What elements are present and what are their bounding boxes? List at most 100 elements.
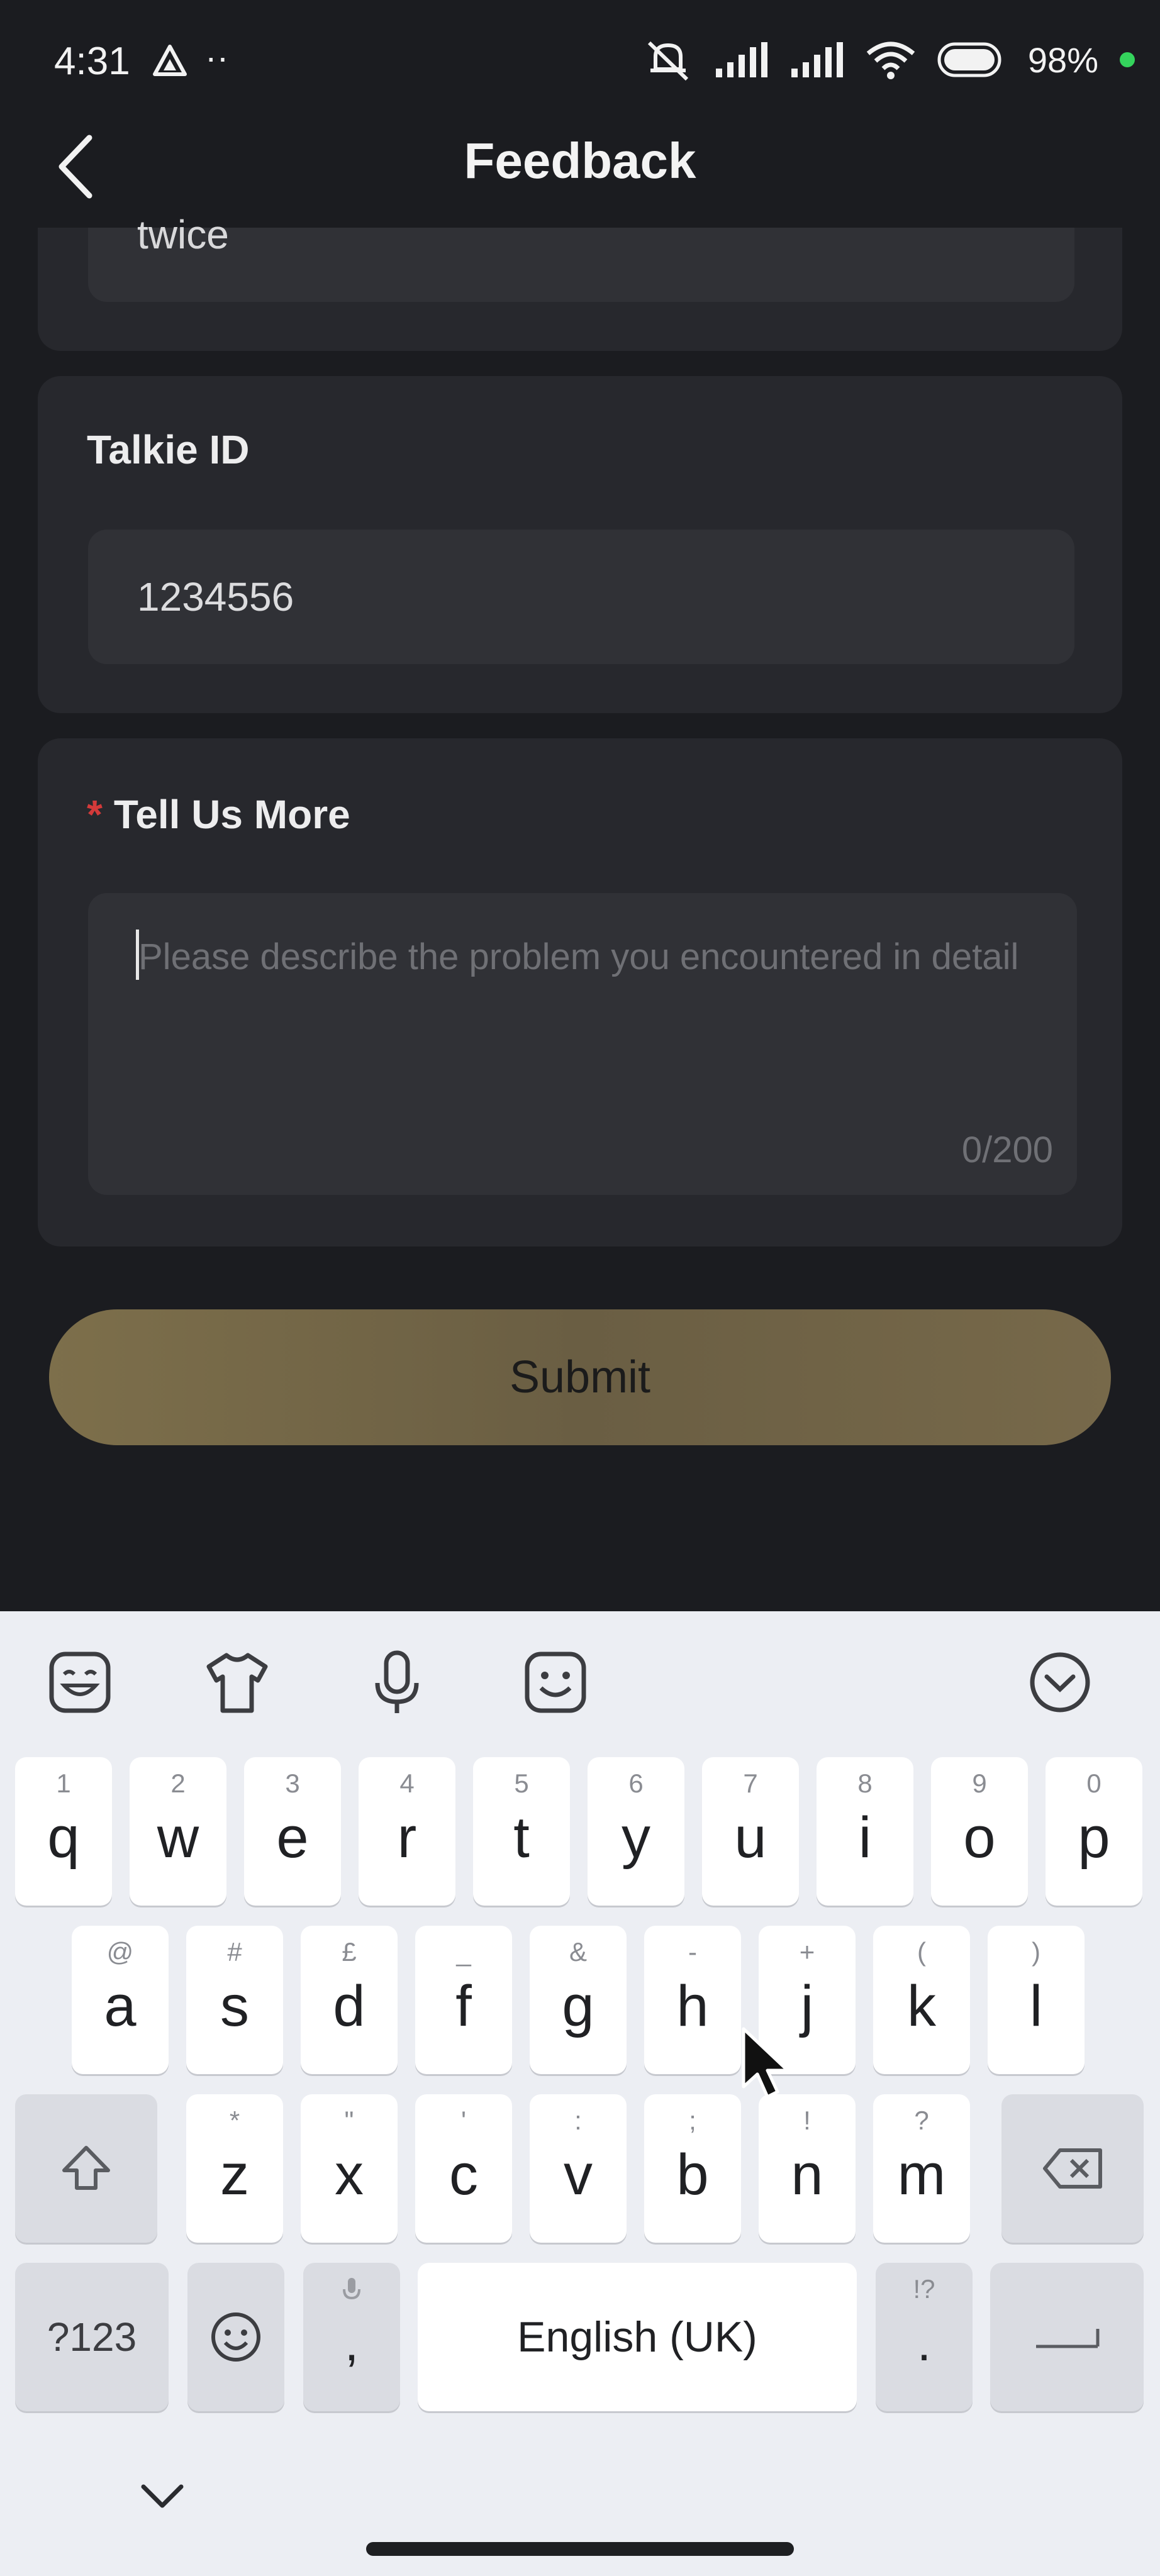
- key-x[interactable]: " x: [301, 2094, 398, 2243]
- bell-muted-icon: [647, 41, 688, 81]
- key-letter: x: [335, 2142, 364, 2207]
- emoji-key[interactable]: [187, 2263, 284, 2411]
- key-letter: f: [455, 1974, 472, 2038]
- status-more-dots: ··: [205, 37, 229, 77]
- key-letter: a: [104, 1974, 137, 2038]
- key-letter: b: [676, 2142, 709, 2207]
- key-letter: r: [397, 1805, 417, 1870]
- tell-us-more-heading: * Tell Us More: [87, 791, 350, 838]
- key-q[interactable]: 1q: [15, 1757, 112, 1906]
- required-mark: *: [87, 792, 103, 837]
- key-hint: 1: [56, 1768, 71, 1798]
- mic-hint-icon: [343, 2278, 360, 2300]
- smiley-icon: [211, 2312, 260, 2362]
- key-hint: 0: [1086, 1768, 1101, 1798]
- key-letter: h: [676, 1974, 709, 2038]
- key-hint: :: [574, 2106, 582, 2135]
- hide-keyboard-chevron-icon[interactable]: [137, 2478, 187, 2516]
- key-hint: 4: [399, 1768, 415, 1798]
- key-letter: e: [276, 1805, 309, 1870]
- talkie-id-input[interactable]: 1234556: [88, 530, 1074, 664]
- key-n[interactable]: ! n: [759, 2094, 856, 2243]
- key-hint: 7: [743, 1768, 758, 1798]
- enter-key[interactable]: [990, 2263, 1144, 2411]
- status-icons: 98%: [643, 38, 1135, 82]
- previous-field-visible-text: twice: [137, 212, 229, 255]
- wifi-icon: [866, 42, 915, 79]
- key-u[interactable]: 7u: [702, 1757, 799, 1906]
- battery-icon: [937, 42, 1001, 77]
- collapse-keyboard-icon[interactable]: [1025, 1648, 1095, 1717]
- key-b[interactable]: ; b: [644, 2094, 741, 2243]
- key-t[interactable]: 5t: [473, 1757, 570, 1906]
- enter-icon: [1036, 2329, 1100, 2348]
- key-r[interactable]: 4r: [359, 1757, 455, 1906]
- key-c[interactable]: ' c: [415, 2094, 512, 2243]
- talkie-id-card: Talkie ID 1234556: [38, 376, 1122, 713]
- key-hint: ": [344, 2106, 354, 2135]
- key-letter: m: [897, 2142, 946, 2207]
- key-z[interactable]: * z: [186, 2094, 283, 2243]
- key-hint: 9: [972, 1768, 987, 1798]
- microphone-icon[interactable]: [362, 1648, 432, 1717]
- home-indicator[interactable]: [366, 2542, 794, 2556]
- key-letter: i: [858, 1805, 872, 1870]
- key-o[interactable]: 9o: [931, 1757, 1028, 1906]
- key-hint: !: [803, 2106, 811, 2135]
- shift-arrow-icon: [62, 2146, 110, 2190]
- comma-key[interactable]: ,: [303, 2263, 400, 2411]
- key-letter: s: [220, 1974, 249, 2038]
- key-d[interactable]: £ d: [301, 1926, 398, 2074]
- header-title: Feedback: [464, 133, 696, 189]
- key-hint: -: [688, 1937, 697, 1967]
- key-hint: _: [456, 1937, 471, 1967]
- description-placeholder: Please describe the problem you encounte…: [138, 936, 1019, 977]
- key-letter: w: [157, 1805, 199, 1870]
- key-letter: v: [564, 2142, 593, 2207]
- battery-percent: 98%: [1027, 40, 1098, 80]
- description-textarea[interactable]: Please describe the problem you encounte…: [88, 893, 1077, 1195]
- key-s[interactable]: # s: [186, 1926, 283, 2074]
- period-key[interactable]: !? .: [876, 2263, 973, 2411]
- key-letter: p: [1078, 1805, 1110, 1870]
- key-hint: 3: [285, 1768, 300, 1798]
- key-hint: #: [227, 1937, 242, 1967]
- backspace-icon: [1043, 2148, 1102, 2189]
- submit-button[interactable]: Submit: [49, 1309, 1111, 1445]
- key-y[interactable]: 6y: [588, 1757, 684, 1906]
- key-letter: z: [220, 2142, 249, 2207]
- key-e[interactable]: 3e: [244, 1757, 341, 1906]
- emoji-kaomoji-icon[interactable]: [521, 1648, 590, 1717]
- privacy-indicator-dot: [1120, 52, 1135, 67]
- key-g[interactable]: & g: [530, 1926, 627, 2074]
- key-f[interactable]: _ f: [415, 1926, 512, 2074]
- key-letter: y: [622, 1805, 650, 1870]
- key-letter: c: [449, 2142, 478, 2207]
- sticker-icon[interactable]: [45, 1648, 114, 1717]
- key-l[interactable]: ) l: [988, 1926, 1085, 2074]
- key-hint: £: [342, 1937, 357, 1967]
- key-a[interactable]: @ a: [72, 1926, 169, 2074]
- key-letter: k: [907, 1974, 936, 2038]
- talkie-id-value: 1234556: [137, 574, 294, 619]
- space-key[interactable]: English (UK): [418, 2263, 857, 2411]
- key-hint: 8: [857, 1768, 873, 1798]
- signal-icon-1: [715, 42, 767, 77]
- symbols-key[interactable]: ?123: [15, 2263, 169, 2411]
- key-hint: 6: [628, 1768, 644, 1798]
- key-m[interactable]: ? m: [873, 2094, 970, 2243]
- backspace-key[interactable]: [1001, 2094, 1144, 2243]
- key-v[interactable]: :v: [530, 2094, 627, 2243]
- key-p[interactable]: 0p: [1046, 1757, 1142, 1906]
- key-w[interactable]: 2w: [130, 1757, 226, 1906]
- key-letter: o: [963, 1805, 996, 1870]
- key-hint: ?: [914, 2106, 929, 2135]
- key-i[interactable]: 8i: [817, 1757, 913, 1906]
- key-hint: ;: [689, 2106, 696, 2135]
- key-k[interactable]: (k: [873, 1926, 970, 2074]
- key-h[interactable]: -h: [644, 1926, 741, 2074]
- theme-shirt-icon[interactable]: [203, 1648, 272, 1717]
- key-hint: ): [1032, 1937, 1040, 1967]
- key-hint: &: [569, 1937, 587, 1967]
- shift-key[interactable]: [15, 2094, 157, 2243]
